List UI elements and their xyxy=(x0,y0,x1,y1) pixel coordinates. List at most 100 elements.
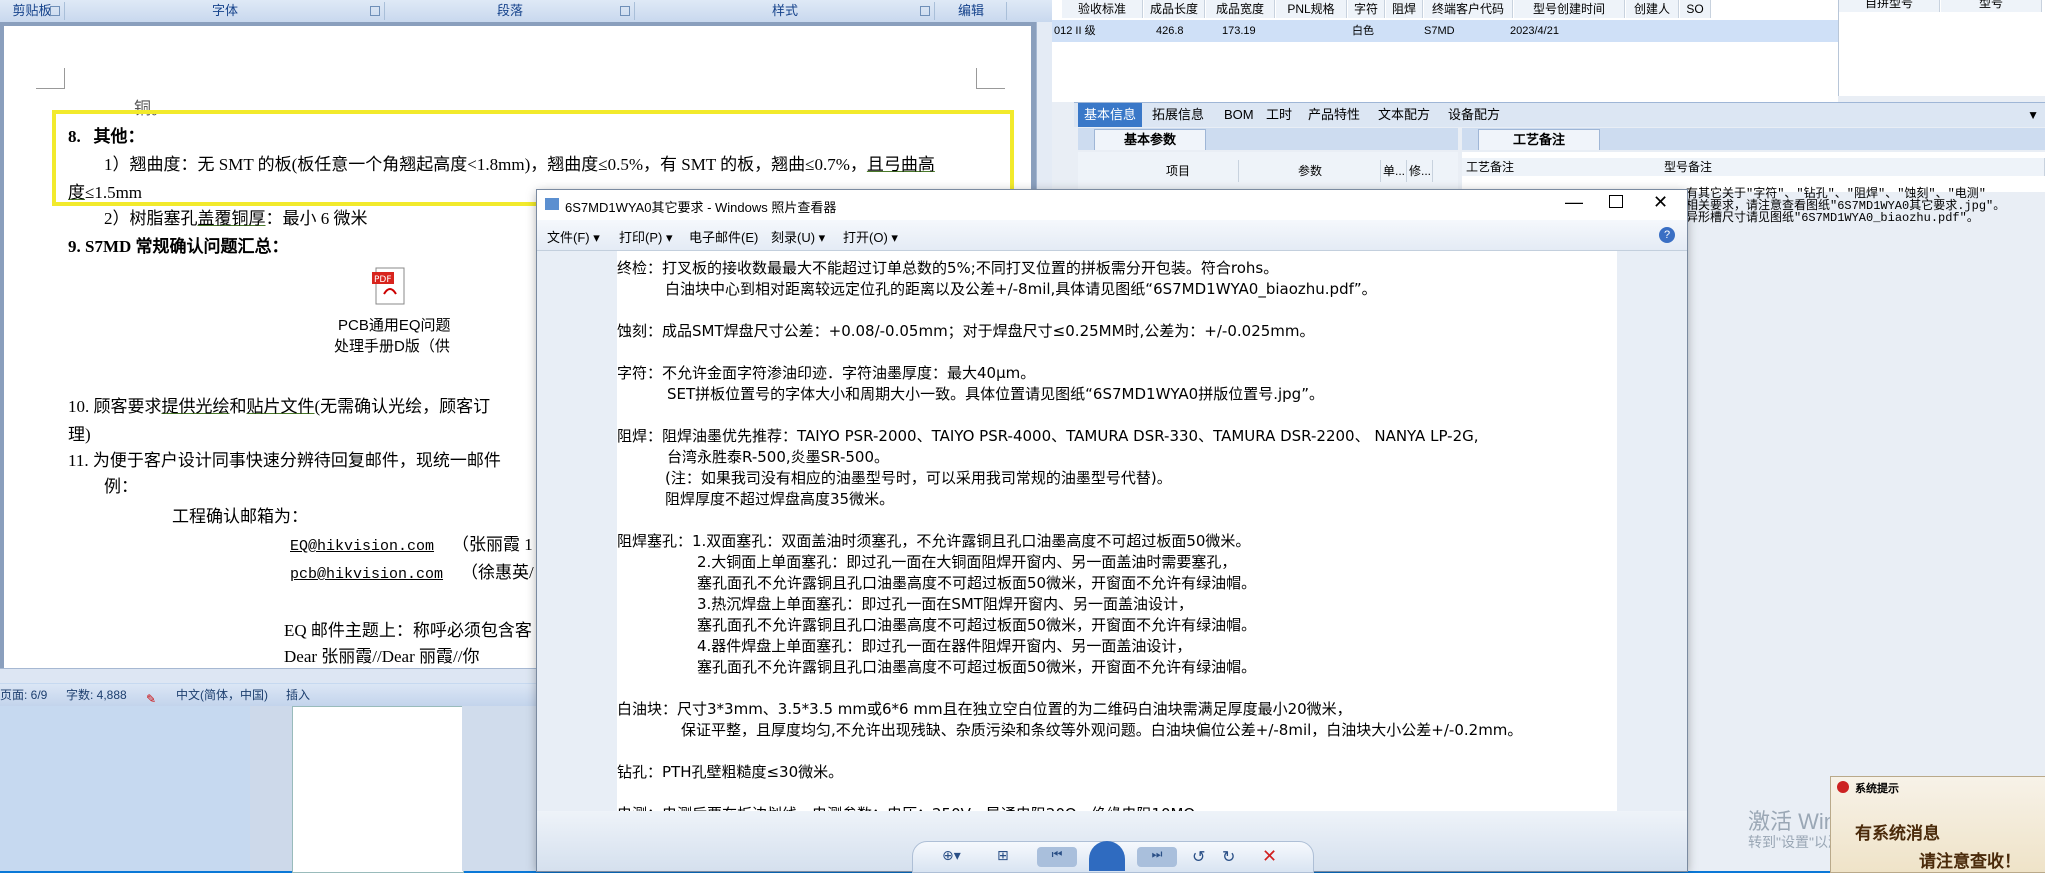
delete-icon[interactable]: ✕ xyxy=(1262,846,1277,867)
grid-header[interactable]: 型号 xyxy=(1941,0,2042,12)
grid-header[interactable]: 型号备注 xyxy=(1660,158,2045,176)
email-link[interactable]: EQ@hikvision.com xyxy=(290,538,434,555)
dialog-launcher-icon[interactable] xyxy=(620,6,630,16)
photo-viewer-window: 6S7MD1WYA0其它要求 - Windows 照片查看器 — ✕ 文件(F)… xyxy=(537,190,1687,873)
tab-equipment-recipe[interactable]: 设备配方 xyxy=(1442,103,1506,127)
subtab-bar-right: 工艺备注 xyxy=(1462,128,2045,150)
maximize-button[interactable] xyxy=(1609,195,1623,208)
erp-tab-bar: 基本信息 拓展信息 BOM 工时 产品特性 文本配方 设备配方 ▼ xyxy=(1074,102,2045,127)
ribbon-group-clipboard[interactable]: 剪贴板 xyxy=(0,2,65,20)
grid-header[interactable]: 验收标准 xyxy=(1062,0,1143,18)
tab-work-hours[interactable]: 工时 xyxy=(1260,103,1298,127)
grid-header[interactable]: SO xyxy=(1680,0,1711,18)
dialog-launcher-icon[interactable] xyxy=(920,6,930,16)
doc-text: EQ 邮件主题上：称呼必须包含客 xyxy=(284,621,532,640)
email-link[interactable]: pcb@hikvision.com xyxy=(290,566,443,583)
status-word-count[interactable]: 字数: 4,888 xyxy=(66,684,127,706)
status-insert-mode[interactable]: 插入 xyxy=(286,684,310,706)
image-text: 2.大铜面上单面塞孔：即过孔一面在大铜面阻焊开窗内、另一面盖油时需要塞孔， xyxy=(697,553,1237,571)
grid-header[interactable]: 修... xyxy=(1408,160,1433,182)
grid-cell[interactable]: 2023/4/21 xyxy=(1510,22,1559,40)
tab-product-features[interactable]: 产品特性 xyxy=(1302,103,1366,127)
dialog-launcher-icon[interactable] xyxy=(370,6,380,16)
previous-icon[interactable]: ⏮ xyxy=(1037,847,1077,867)
image-text: 塞孔面孔不允许露铜且孔口油墨高度不可超过板面50微米，开窗面不允许有绿油帽。 xyxy=(697,616,1257,634)
attachment-label: 处理手册D版（供 xyxy=(334,338,450,355)
grid-header[interactable]: 自拼型号 xyxy=(1839,0,1940,12)
ribbon-group-styles[interactable]: 样式 xyxy=(636,2,935,20)
help-icon[interactable]: ? xyxy=(1659,227,1675,243)
minimize-button[interactable]: — xyxy=(1565,192,1583,213)
tab-bom[interactable]: BOM xyxy=(1218,103,1260,127)
tab-extended-info[interactable]: 拓展信息 xyxy=(1146,103,1210,127)
menu-open[interactable]: 打开(O) ▾ xyxy=(843,227,898,246)
grid-header[interactable]: PNL规格 xyxy=(1276,0,1347,18)
image-text: 4.器件焊盘上单面塞孔：即过孔一面在器件阻焊开窗内、另一面盖油设计， xyxy=(697,637,1192,655)
actual-size-icon[interactable]: ⊞ xyxy=(997,847,1009,864)
ribbon-group-font[interactable]: 字体 xyxy=(66,2,385,20)
grid-header[interactable]: 参数 xyxy=(1240,160,1381,182)
image-text: 终检：打叉板的接收数最最大不能超过订单总数的5%;不同打叉位置的拼板需分开包装。… xyxy=(617,259,1279,277)
grid-cell[interactable]: 012 II 级 xyxy=(1054,22,1096,40)
doc-text: 2）树脂塞孔盖覆铜厚：最小 6 微米 xyxy=(104,209,368,228)
grid-header[interactable]: 成品宽度 xyxy=(1206,0,1275,18)
grid-header[interactable]: 成品长度 xyxy=(1144,0,1205,18)
tab-basic-params[interactable]: 基本参数 xyxy=(1094,129,1206,150)
doc-text: 工程确认邮箱为： xyxy=(172,507,308,526)
zoom-icon[interactable]: ⊕▾ xyxy=(942,847,961,864)
model-note: 异形槽尺寸请见图纸"6S7MD1WYA0_biaozhu.pdf"。 xyxy=(1686,211,1979,225)
doc-text: 10. 顾客要求提供光绘和贴片文件(无需确认光绘，顾客订 xyxy=(68,397,491,416)
menu-file[interactable]: 文件(F) ▾ xyxy=(547,227,600,246)
grid-header[interactable]: 工艺备注 xyxy=(1462,158,1663,176)
image-text: 阻焊塞孔：1.双面塞孔：双面盖油时须塞孔，不允许露铜且孔口油墨高度不可超过板面5… xyxy=(617,532,1251,550)
ribbon-group-bar: 剪贴板 字体 段落 样式 编辑 xyxy=(0,0,1052,23)
menu-print[interactable]: 打印(P) ▾ xyxy=(619,227,672,246)
email-line: EQ@hikvision.com （张丽霞 1 xyxy=(290,535,533,555)
grid-cell[interactable]: 白色 xyxy=(1352,22,1374,40)
image-text: 蚀刻：成品SMT焊盘尺寸公差：+0.08/-0.05mm；对于焊盘尺寸≤0.25… xyxy=(617,322,1315,340)
grid-header[interactable]: 创建人 xyxy=(1626,0,1679,18)
slideshow-icon[interactable] xyxy=(1089,841,1125,871)
doc-text: 例： xyxy=(104,477,138,496)
grid-header[interactable]: 型号创建时间 xyxy=(1514,0,1625,18)
ribbon-group-paragraph[interactable]: 段落 xyxy=(386,2,635,20)
dropdown-arrow-icon[interactable]: ▼ xyxy=(2027,103,2039,127)
grid-header[interactable]: 字符 xyxy=(1348,0,1385,18)
proofing-icon[interactable]: ✎ xyxy=(146,688,160,706)
grid-header[interactable]: 终端客户代码 xyxy=(1424,0,1513,18)
system-notification[interactable]: 系统提示 有系统消息 请注意查收！ xyxy=(1830,776,2045,873)
status-page[interactable]: 页面: 6/9 xyxy=(0,684,47,706)
tab-text-recipe[interactable]: 文本配方 xyxy=(1372,103,1436,127)
ribbon-group-editing[interactable]: 编辑 xyxy=(936,2,1007,20)
menu-bar: 文件(F) ▾ 打印(P) ▾ 电子邮件(E) 刻录(U) ▾ 打开(O) ▾ … xyxy=(537,220,1687,251)
grid-cell[interactable]: 426.8 xyxy=(1156,22,1184,40)
grid-header[interactable]: 项目 xyxy=(1118,160,1239,182)
grid-header[interactable]: 单... xyxy=(1382,160,1407,182)
margin-mark xyxy=(976,68,1005,89)
status-language[interactable]: 中文(简体，中国) xyxy=(176,684,268,706)
menu-email[interactable]: 电子邮件(E) xyxy=(689,227,758,246)
close-button[interactable]: ✕ xyxy=(1653,192,1668,213)
image-text: 钻孔：PTH孔壁粗糙度≤30微米。 xyxy=(617,763,844,781)
image-text: 保证平整，且厚度均匀,不允许出现残缺、杂质污染和条纹等外观问题。白油块偏位公差+… xyxy=(681,721,1523,739)
image-text: 阻焊：阻焊油墨优先推荐：TAIYO PSR-2000、TAIYO PSR-400… xyxy=(617,427,1479,445)
doc-text: 11. 为便于客户设计同事快速分辨待回复邮件，现统一邮件 xyxy=(68,451,501,470)
dialog-launcher-icon[interactable] xyxy=(50,6,60,16)
menu-burn[interactable]: 刻录(U) ▾ xyxy=(771,227,825,246)
tab-process-notes[interactable]: 工艺备注 xyxy=(1478,129,1600,150)
pdf-attachment-icon[interactable]: PDF xyxy=(370,266,410,306)
grid-header[interactable]: 阻焊 xyxy=(1386,0,1423,18)
grid-cell[interactable]: S7MD xyxy=(1424,22,1455,40)
alert-icon xyxy=(1837,781,1849,793)
rotate-ccw-icon[interactable]: ↺ xyxy=(1192,847,1205,867)
notification-text: 请注意查收！ xyxy=(1919,852,2021,871)
erp-side-grid: 自拼型号 型号 xyxy=(1838,0,2045,96)
margin-mark xyxy=(36,68,65,89)
grid-cell[interactable]: 173.19 xyxy=(1222,22,1256,40)
next-icon[interactable]: ⏭ xyxy=(1137,847,1177,867)
email-line: pcb@hikvision.com （徐惠英/ xyxy=(290,563,534,583)
rotate-cw-icon[interactable]: ↻ xyxy=(1222,847,1235,867)
tab-basic-info[interactable]: 基本信息 xyxy=(1078,103,1143,127)
title-bar[interactable]: 6S7MD1WYA0其它要求 - Windows 照片查看器 — ✕ xyxy=(537,190,1687,220)
doc-heading-9: 9. S7MD 常规确认问题汇总： xyxy=(68,237,289,256)
